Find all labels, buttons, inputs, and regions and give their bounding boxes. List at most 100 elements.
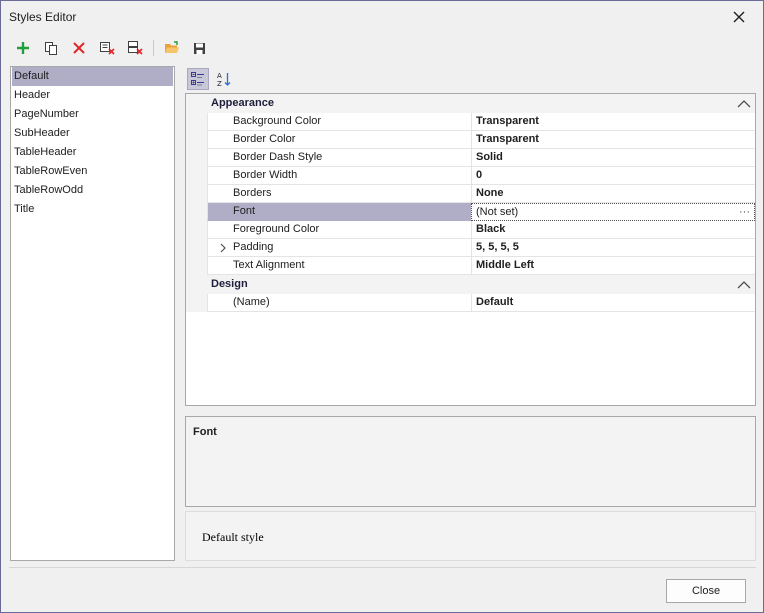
property-row-borders[interactable]: Borders None [186, 185, 755, 203]
style-preview-text: Default style [202, 530, 264, 544]
plus-icon [17, 42, 29, 54]
row-gutter [186, 185, 207, 203]
property-value[interactable]: Transparent [471, 131, 755, 149]
style-item-title[interactable]: Title [12, 200, 173, 219]
toolbar-separator [153, 40, 154, 56]
property-row-padding[interactable]: Padding 5, 5, 5, 5 [186, 239, 755, 257]
style-item-header[interactable]: Header [12, 86, 173, 105]
row-gutter [186, 294, 207, 312]
property-value[interactable]: 5, 5, 5, 5 [471, 239, 755, 257]
ellipsis-button[interactable]: ··· [739, 204, 750, 221]
style-item-tableroweven[interactable]: TableRowEven [12, 162, 173, 181]
row-gutter [186, 221, 207, 239]
property-description-panel: Font [185, 416, 756, 507]
style-item-tablerowodd[interactable]: TableRowOdd [12, 181, 173, 200]
row-gutter [186, 167, 207, 185]
property-name[interactable]: Font [207, 203, 471, 221]
property-row-font[interactable]: Font (Not set) ··· [186, 203, 755, 221]
property-value-text: Transparent [476, 133, 539, 145]
close-button[interactable]: Close [666, 579, 746, 603]
footer-divider [9, 567, 756, 568]
property-row-foreground-color[interactable]: Foreground Color Black [186, 221, 755, 239]
property-name[interactable]: Border Dash Style [207, 149, 471, 167]
category-label: Appearance [211, 97, 274, 109]
window-title: Styles Editor [9, 10, 77, 24]
row-gutter [186, 149, 207, 167]
row-gutter [186, 257, 207, 275]
open-folder-icon [165, 41, 179, 53]
clear-styles-icon [100, 42, 115, 55]
svg-text:A: A [217, 72, 222, 80]
duplicate-style-button[interactable] [40, 37, 62, 59]
property-row-name[interactable]: (Name) Default [186, 294, 755, 312]
property-name[interactable]: Background Color [207, 113, 471, 131]
category-label: Design [211, 278, 248, 290]
property-value-text: Solid [476, 151, 503, 163]
property-row-border-dash-style[interactable]: Border Dash Style Solid [186, 149, 755, 167]
property-value[interactable]: 0 [471, 167, 755, 185]
property-value-text: Middle Left [476, 259, 535, 271]
styles-editor-window: Styles Editor Default Header PageNumber Sub… [0, 0, 764, 613]
close-window-button[interactable] [727, 5, 751, 29]
property-description-title: Font [193, 426, 217, 438]
load-styles-button[interactable] [161, 37, 183, 59]
property-name[interactable]: Foreground Color [207, 221, 471, 239]
save-icon [193, 42, 205, 54]
property-name[interactable]: Borders [207, 185, 471, 203]
property-row-background-color[interactable]: Background Color Transparent [186, 113, 755, 131]
property-value[interactable]: Solid [471, 149, 755, 167]
title-bar: Styles Editor [1, 1, 763, 32]
property-grid[interactable]: Appearance Background Color Transparent Bor… [185, 93, 756, 406]
style-item-pagenumber[interactable]: PageNumber [12, 105, 173, 124]
alphabetical-sort-button[interactable]: AZ [213, 68, 235, 90]
property-name[interactable]: Padding [207, 239, 471, 257]
row-gutter [186, 131, 207, 149]
property-value-text: 0 [476, 169, 483, 181]
row-gutter [186, 239, 207, 257]
property-value[interactable]: Black [471, 221, 755, 239]
collapse-chevron-up-icon[interactable] [737, 98, 751, 110]
save-styles-button[interactable] [188, 37, 210, 59]
purge-all-styles-button[interactable] [124, 37, 146, 59]
svg-text:Z: Z [217, 80, 222, 87]
property-grid-toolbar: AZ [185, 66, 756, 92]
expand-chevron-right-icon[interactable] [219, 243, 227, 253]
category-appearance[interactable]: Appearance [186, 94, 755, 113]
remove-style-button[interactable] [68, 37, 90, 59]
row-gutter [186, 113, 207, 131]
style-item-default[interactable]: Default [12, 67, 173, 86]
property-name[interactable]: Border Color [207, 131, 471, 149]
copy-icon [45, 42, 57, 55]
property-value[interactable]: Transparent [471, 113, 755, 131]
property-name[interactable]: Border Width [207, 167, 471, 185]
style-list[interactable]: Default Header PageNumber SubHeader TableHea… [10, 66, 175, 561]
categorized-view-button[interactable] [187, 68, 209, 90]
property-name[interactable]: Text Alignment [207, 257, 471, 275]
property-value[interactable]: None [471, 185, 755, 203]
property-value-text: (Not set) [476, 206, 519, 218]
property-value-text: 5, 5, 5, 5 [476, 241, 519, 253]
row-gutter [186, 203, 207, 221]
property-row-border-color[interactable]: Border Color Transparent [186, 131, 755, 149]
delete-icon [73, 42, 85, 54]
property-row-border-width[interactable]: Border Width 0 [186, 167, 755, 185]
property-value[interactable]: Default [471, 294, 755, 312]
sort-az-icon: AZ [217, 72, 231, 87]
property-value-text: None [476, 187, 504, 199]
property-name[interactable]: (Name) [207, 294, 471, 312]
property-value-text: Default [476, 296, 514, 308]
add-style-button[interactable] [12, 37, 34, 59]
style-item-tableheader[interactable]: TableHeader [12, 143, 173, 162]
clear-all-styles-icon [128, 41, 143, 55]
style-item-subheader[interactable]: SubHeader [12, 124, 173, 143]
category-design[interactable]: Design [186, 275, 755, 294]
property-value-text: Transparent [476, 115, 539, 127]
property-value-text: Black [476, 223, 506, 235]
property-row-text-alignment[interactable]: Text Alignment Middle Left [186, 257, 755, 275]
property-value[interactable]: (Not set) ··· [471, 203, 755, 221]
collapse-chevron-up-icon[interactable] [737, 279, 751, 291]
purge-styles-button[interactable] [96, 37, 118, 59]
style-preview-panel: Default style [185, 511, 756, 561]
property-value[interactable]: Middle Left [471, 257, 755, 275]
close-icon [733, 11, 745, 23]
